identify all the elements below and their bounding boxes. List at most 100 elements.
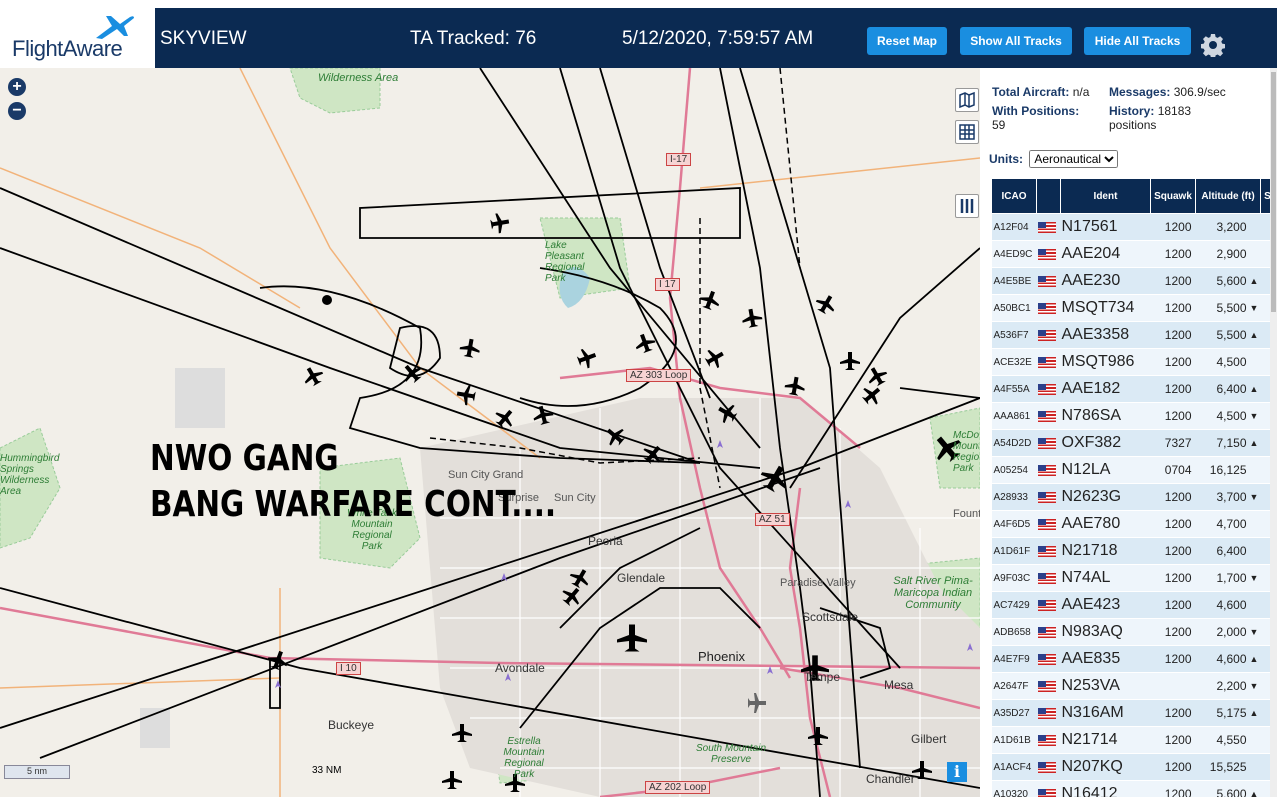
cell-ident: OXF382 <box>1060 429 1151 457</box>
label-gilbert: Gilbert <box>911 732 947 746</box>
table-row[interactable]: A4F55A AAE182 1200 6,400 ▲ <box>991 375 1270 403</box>
label-avondale: Avondale <box>495 661 545 675</box>
flightaware-logo[interactable]: FlightAware <box>0 8 155 68</box>
table-row[interactable]: A9F03C N74AL 1200 1,700 ▼ <box>991 564 1270 592</box>
cell-altitude: 5,500 <box>1195 321 1249 349</box>
cell-squawk <box>1150 672 1196 700</box>
cell-altitude: 4,550 <box>1195 726 1249 754</box>
table-row[interactable]: A1ACF4 N207KQ 1200 15,525 <box>991 753 1270 781</box>
table-row[interactable]: A12F04 N17561 1200 3,200 <box>991 213 1270 241</box>
stat-positions: With Positions: 59 <box>992 104 1102 132</box>
sidebar-scrollbar[interactable] <box>1270 68 1277 797</box>
tracked-count: TA Tracked: 76 <box>410 28 537 49</box>
show-all-tracks-button[interactable]: Show All Tracks <box>960 27 1072 55</box>
cell-ident: AAE780 <box>1060 510 1151 538</box>
table-row[interactable]: A4E7F9 AAE835 1200 4,600 ▲ <box>991 645 1270 673</box>
cell-squawk: 7327 <box>1150 429 1196 457</box>
table-row[interactable]: ADB658 N983AQ 1200 2,000 ▼ <box>991 618 1270 646</box>
table-row[interactable]: A1D61F N21718 1200 6,400 <box>991 537 1270 565</box>
label-buckeye: Buckeye <box>328 718 375 732</box>
table-row[interactable]: A50BC1 MSQT734 1200 5,500 ▼ <box>991 294 1270 322</box>
cell-squawk: 0704 <box>1150 456 1196 484</box>
cell-speed <box>1260 645 1270 673</box>
units-select[interactable]: Aeronautical <box>1029 150 1119 168</box>
cell-altitude: 3,700 <box>1195 483 1249 511</box>
cell-icao: A4E5BE <box>991 267 1037 295</box>
cell-speed <box>1260 213 1270 241</box>
table-row[interactable]: A4F6D5 AAE780 1200 4,700 <box>991 510 1270 538</box>
flag-icon <box>1036 753 1061 781</box>
table-row[interactable]: A1D61B N21714 1200 4,550 <box>991 726 1270 754</box>
cell-speed <box>1260 753 1270 781</box>
us-flag-icon <box>1037 762 1056 774</box>
cell-squawk: 1200 <box>1150 402 1196 430</box>
us-flag-icon <box>1037 303 1056 315</box>
grid-toggle-button[interactable] <box>955 120 979 144</box>
aircraft-table: ICAO Ident Squawk Altitude (ft) Sp A12F0… <box>991 178 1270 797</box>
cell-ident: AAE835 <box>1060 645 1151 673</box>
reset-map-button[interactable]: Reset Map <box>867 27 947 55</box>
table-row[interactable]: A10320 N16412 1200 5,600 ▲ <box>991 780 1270 797</box>
label-mcdowell: McDowell Mountain Regional Park <box>953 430 979 474</box>
col-altitude[interactable]: Altitude (ft) <box>1195 178 1261 214</box>
flag-icon <box>1036 537 1061 565</box>
col-speed[interactable]: Sp <box>1260 178 1270 214</box>
map-view[interactable]: Wilderness Area Lake Pleasant Regional P… <box>0 68 980 797</box>
cell-altitude: 4,600 <box>1195 645 1249 673</box>
cell-trend <box>1248 456 1261 484</box>
table-row[interactable]: A54D2D OXF382 7327 7,150 ▲ <box>991 429 1270 457</box>
cell-icao: A2647F <box>991 672 1037 700</box>
cell-trend: ▼ <box>1248 294 1261 322</box>
zoom-out-button[interactable]: − <box>8 102 26 120</box>
cell-squawk: 1200 <box>1150 240 1196 268</box>
label-tempe: Tempe <box>804 670 841 684</box>
table-row[interactable]: A4ED9C AAE204 1200 2,900 <box>991 240 1270 268</box>
col-flag[interactable] <box>1036 178 1061 214</box>
cell-ident: N21714 <box>1060 726 1151 754</box>
col-squawk[interactable]: Squawk <box>1150 178 1196 214</box>
label-wilderness: Wilderness Area <box>318 72 399 84</box>
cell-squawk: 1200 <box>1150 645 1196 673</box>
table-row[interactable]: AC7429 AAE423 1200 4,600 <box>991 591 1270 619</box>
cell-altitude: 6,400 <box>1195 375 1249 403</box>
cell-altitude: 16,125 <box>1195 456 1249 484</box>
table-row[interactable]: A4E5BE AAE230 1200 5,600 ▲ <box>991 267 1270 295</box>
cell-altitude: 4,700 <box>1195 510 1249 538</box>
hide-all-tracks-button[interactable]: Hide All Tracks <box>1084 27 1191 55</box>
col-ident[interactable]: Ident <box>1060 178 1151 214</box>
table-row[interactable]: AAA861 N786SA 1200 4,500 ▼ <box>991 402 1270 430</box>
overlay-line-2: BANG WARFARE CONT.... <box>150 484 557 525</box>
cell-altitude: 4,600 <box>1195 591 1249 619</box>
info-button[interactable]: i <box>947 762 967 782</box>
columns-toggle-button[interactable] <box>955 194 979 218</box>
label-scottsdale: Scottsdale <box>802 610 859 624</box>
cell-trend: ▼ <box>1248 564 1261 592</box>
map-layer-button[interactable] <box>955 88 979 112</box>
table-row[interactable]: A28933 N2623G 1200 3,700 ▼ <box>991 483 1270 511</box>
table-row[interactable]: ACE32E MSQT986 1200 4,500 <box>991 348 1270 376</box>
us-flag-icon <box>1037 708 1056 720</box>
us-flag-icon <box>1037 330 1056 342</box>
flag-icon <box>1036 429 1061 457</box>
zoom-in-button[interactable]: + <box>8 78 26 96</box>
overlay-line-1: NWO GANG <box>150 438 339 479</box>
scrollbar-thumb[interactable] <box>1271 72 1276 312</box>
flag-icon <box>1036 321 1061 349</box>
cell-squawk: 1200 <box>1150 483 1196 511</box>
cell-icao: A35D27 <box>991 699 1037 727</box>
road-az51: AZ 51 <box>755 513 790 526</box>
table-row[interactable]: A536F7 AAE3358 1200 5,500 ▲ <box>991 321 1270 349</box>
table-row[interactable]: A35D27 N316AM 1200 5,175 ▲ <box>991 699 1270 727</box>
label-estrella: Estrella Mountain Regional Park <box>503 736 545 780</box>
cell-icao: A1ACF4 <box>991 753 1037 781</box>
table-row[interactable]: A2647F N253VA 2,200 ▼ <box>991 672 1270 700</box>
cell-squawk: 1200 <box>1150 213 1196 241</box>
gear-icon[interactable] <box>1201 33 1225 57</box>
col-icao[interactable]: ICAO <box>991 178 1037 214</box>
flag-icon <box>1036 213 1061 241</box>
cell-icao: A28933 <box>991 483 1037 511</box>
cell-icao: A50BC1 <box>991 294 1037 322</box>
top-bar: FlightAware SKYVIEW TA Tracked: 76 5/12/… <box>0 0 1277 68</box>
table-row[interactable]: A05254 N12LA 0704 16,125 <box>991 456 1270 484</box>
app-name: SKYVIEW <box>160 28 247 49</box>
